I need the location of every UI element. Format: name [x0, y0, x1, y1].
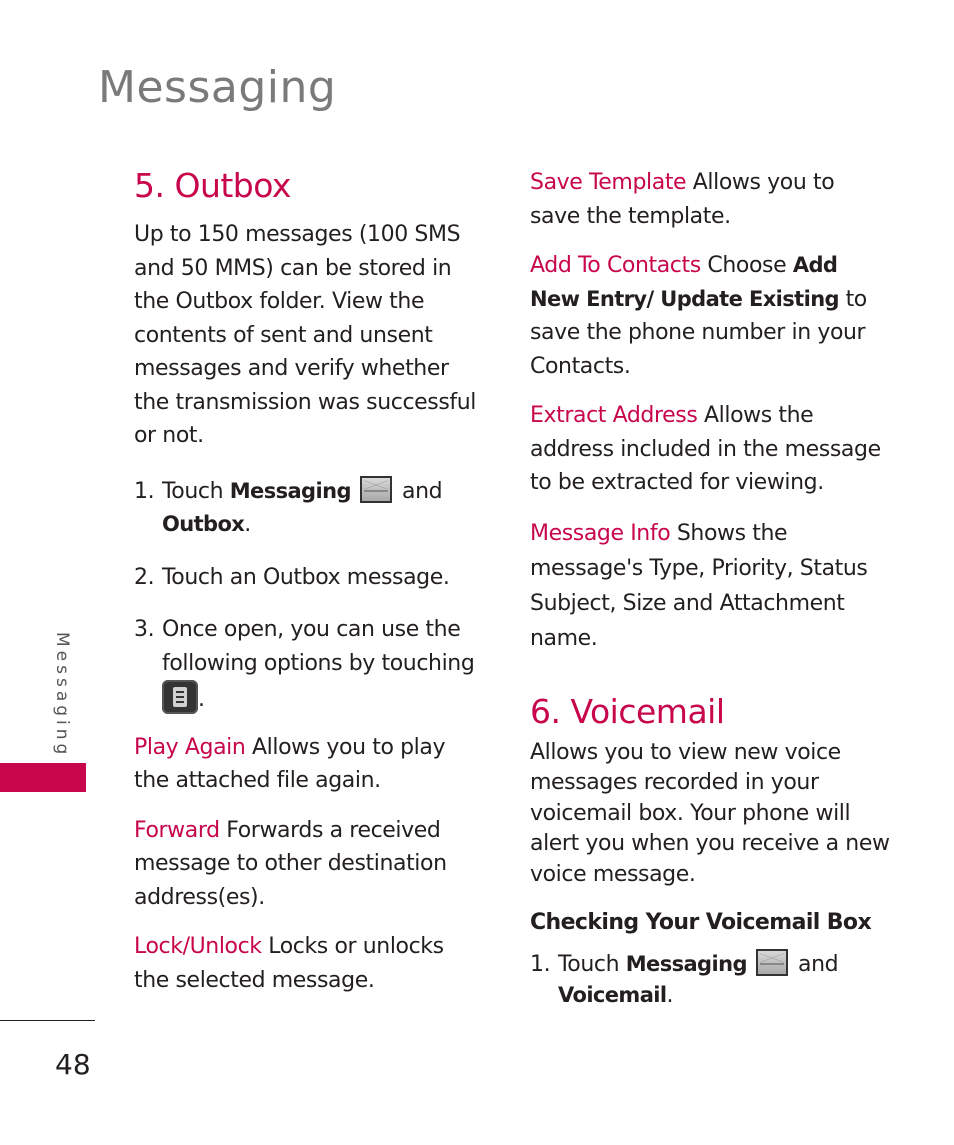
voicemail-step-1: 1. Touch Messaging and Voicemail. — [530, 949, 890, 1011]
option-message-info: Message Info Shows the message's Type, P… — [530, 516, 890, 656]
option-term: Add To Contacts — [530, 253, 701, 278]
messaging-envelope-icon — [756, 949, 789, 977]
outbox-term: Outbox — [162, 512, 245, 537]
option-term: Message Info — [530, 520, 671, 546]
outbox-step-3: 3. Once open, you can use the following … — [134, 613, 479, 717]
outbox-step-1: 1. Touch Messaging and Outbox. — [134, 475, 479, 542]
step-text: Touch — [162, 478, 230, 504]
step-text: . — [198, 687, 205, 713]
left-column: 5. Outbox Up to 150 messages (100 SMS an… — [134, 166, 479, 1013]
voicemail-subheading: Checking Your Voicemail Box — [530, 910, 872, 936]
step-text: Once open, you can use the following opt… — [162, 617, 475, 676]
voicemail-term: Voicemail — [558, 983, 667, 1008]
step-text: . — [244, 512, 251, 538]
option-add-to-contacts: Add To Contacts Choose Add New Entry/ Up… — [530, 249, 890, 383]
option-forward: Forward Forwards a received message to o… — [134, 814, 479, 915]
option-term: Lock/Unlock — [134, 934, 262, 960]
option-save-template: Save Template Allows you to save the tem… — [530, 166, 890, 233]
step-text: Touch an Outbox message. — [162, 564, 450, 590]
right-column: Save Template Allows you to save the tem… — [530, 166, 890, 1030]
messaging-envelope-icon — [360, 475, 393, 503]
step-text: and — [395, 478, 443, 504]
outbox-intro: Up to 150 messages (100 SMS and 50 MMS) … — [134, 222, 477, 449]
option-term: Save Template — [530, 170, 687, 195]
side-section-label: Messaging — [52, 632, 72, 759]
step-text: . — [666, 983, 674, 1009]
step-text: Touch — [558, 952, 626, 978]
step-number: 1. — [530, 952, 551, 978]
menu-icon — [162, 680, 198, 715]
step-number: 1. — [134, 478, 155, 504]
side-section-tab-marker — [0, 763, 86, 792]
step-text: and — [791, 952, 839, 978]
option-term: Play Again — [134, 734, 246, 760]
footer-rule — [0, 1020, 95, 1021]
option-extract-address: Extract Address Allows the address inclu… — [530, 399, 890, 500]
messaging-term: Messaging — [625, 952, 748, 977]
step-number: 2. — [134, 564, 155, 590]
option-play-again: Play Again Allows you to play the attach… — [134, 731, 479, 798]
voicemail-intro: Allows you to view new voice messages re… — [530, 739, 890, 887]
outbox-step-2: 2. Touch an Outbox message. — [134, 561, 479, 595]
option-term: Extract Address — [530, 403, 698, 428]
option-desc: Choose — [700, 253, 793, 278]
option-lock-unlock: Lock/Unlock Locks or unlocks the selecte… — [134, 930, 479, 997]
step-number: 3. — [134, 617, 155, 643]
option-term: Forward — [134, 817, 220, 843]
page-title: Messaging — [98, 62, 337, 113]
messaging-term: Messaging — [229, 478, 352, 503]
section-title-voicemail: 6. Voicemail — [530, 691, 725, 731]
section-title-outbox: 5. Outbox — [134, 166, 291, 205]
page-number: 48 — [55, 1048, 91, 1081]
